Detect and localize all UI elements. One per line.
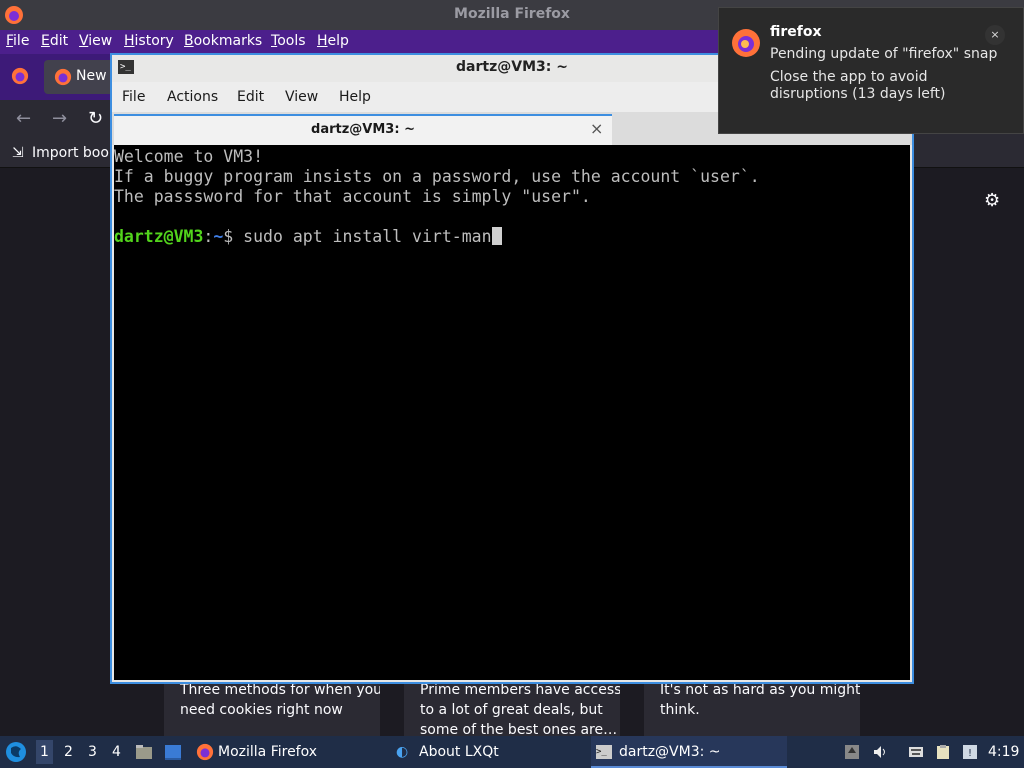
gear-icon[interactable]: ⚙: [984, 190, 1000, 211]
clipboard-icon[interactable]: [935, 744, 951, 760]
terminal-output[interactable]: Welcome to VM3! If a buggy program insist…: [114, 145, 910, 680]
card-text: think.: [660, 702, 700, 718]
lxqt-menu-icon[interactable]: [4, 740, 28, 764]
desktop-icon[interactable]: [164, 743, 182, 761]
clock[interactable]: 4:19: [988, 744, 1019, 760]
ff-menu-tools[interactable]: Tools: [271, 33, 306, 49]
ff-menu-file[interactable]: File: [6, 33, 29, 49]
typed-command: sudo apt install virt-man: [243, 227, 492, 246]
workspace-2[interactable]: 2: [64, 744, 73, 760]
taskbar: 1 2 3 4 Mozilla Firefox ◐ About LXQt >_ …: [0, 736, 1024, 768]
ff-menu-history[interactable]: History: [124, 33, 174, 49]
workspace-4[interactable]: 4: [112, 744, 121, 760]
firefox-tab-icon: [54, 68, 72, 86]
back-arrow-icon[interactable]: ←: [16, 108, 31, 129]
notification-message: Pending update of "firefox" snap: [770, 46, 998, 62]
terminal-tab-label: dartz@VM3: ~: [311, 122, 415, 137]
task-firefox[interactable]: Mozilla Firefox: [192, 736, 382, 768]
lxqt-icon: ◐: [396, 744, 409, 760]
term-menu-edit[interactable]: Edit: [237, 89, 264, 105]
story-card[interactable]: It's not as hard as you might think.: [644, 676, 860, 736]
close-icon[interactable]: ×: [590, 119, 603, 138]
prompt-symbol: $: [223, 227, 244, 246]
notification-detail: Close the app to avoid disruptions (13 d…: [770, 69, 946, 102]
keyboard-icon[interactable]: [908, 744, 924, 760]
file-manager-icon[interactable]: [135, 743, 153, 761]
card-text: need cookies right now: [180, 702, 343, 718]
ff-menu-bookmarks[interactable]: Bookmarks: [184, 33, 262, 49]
terminal-icon: >_: [596, 745, 612, 759]
terminal-line: Welcome to VM3!: [114, 147, 264, 166]
term-menu-file[interactable]: File: [122, 89, 145, 105]
term-menu-help[interactable]: Help: [339, 89, 371, 105]
ff-menu-view[interactable]: View: [79, 33, 112, 49]
volume-icon[interactable]: [872, 744, 888, 760]
task-label: dartz@VM3: ~: [619, 744, 721, 760]
import-icon: ⇲: [12, 145, 24, 161]
task-about-lxqt[interactable]: ◐ About LXQt: [392, 736, 582, 768]
prompt-user: dartz@VM3: [114, 227, 204, 246]
terminal-tab[interactable]: dartz@VM3: ~ ×: [114, 114, 612, 145]
story-card[interactable]: Prime members have access to a lot of gr…: [404, 676, 620, 736]
close-icon[interactable]: ×: [985, 25, 1005, 45]
terminal-window[interactable]: >_ dartz@VM3: ~ File Actions Edit View H…: [110, 53, 914, 684]
import-bookmarks-link[interactable]: Import book: [32, 145, 117, 161]
story-card[interactable]: Three methods for when you need cookies …: [164, 676, 380, 736]
terminal-line: If a buggy program insists on a password…: [114, 167, 760, 186]
update-icon[interactable]: [844, 744, 860, 760]
workspace-3[interactable]: 3: [88, 744, 97, 760]
reload-icon[interactable]: ↻: [88, 108, 103, 129]
ff-menu-help[interactable]: Help: [317, 33, 349, 49]
forward-arrow-icon[interactable]: →: [52, 108, 67, 129]
prompt-path: ~: [213, 227, 224, 246]
ff-menu-edit[interactable]: Edit: [41, 33, 68, 49]
firefox-icon: [196, 743, 214, 761]
card-text: to a lot of great deals, but: [420, 702, 603, 718]
task-label: Mozilla Firefox: [218, 744, 318, 760]
notification-body: Pending update of "firefox" snap Close t…: [770, 46, 1000, 109]
update-notification[interactable]: firefox × Pending update of "firefox" sn…: [718, 7, 1024, 134]
firefox-view-icon[interactable]: [11, 67, 29, 85]
term-menu-actions[interactable]: Actions: [167, 89, 218, 105]
notification-app-name: firefox: [770, 24, 822, 40]
task-terminal[interactable]: >_ dartz@VM3: ~: [591, 736, 787, 768]
prompt-separator: :: [203, 227, 214, 246]
firefox-tab-label: New: [76, 68, 107, 84]
firefox-icon: [732, 29, 760, 57]
task-label: About LXQt: [419, 744, 499, 760]
workspace-1[interactable]: 1: [36, 740, 53, 764]
card-text: some of the best ones are…: [420, 722, 618, 736]
terminal-prompt-line: dartz@VM3:~$ sudo apt install virt-man: [114, 227, 910, 247]
text-cursor: [491, 227, 502, 245]
svg-text:!: !: [968, 748, 972, 759]
network-icon[interactable]: !: [962, 744, 978, 760]
terminal-line: The passsword for that account is simply…: [114, 187, 591, 206]
term-menu-view[interactable]: View: [285, 89, 318, 105]
